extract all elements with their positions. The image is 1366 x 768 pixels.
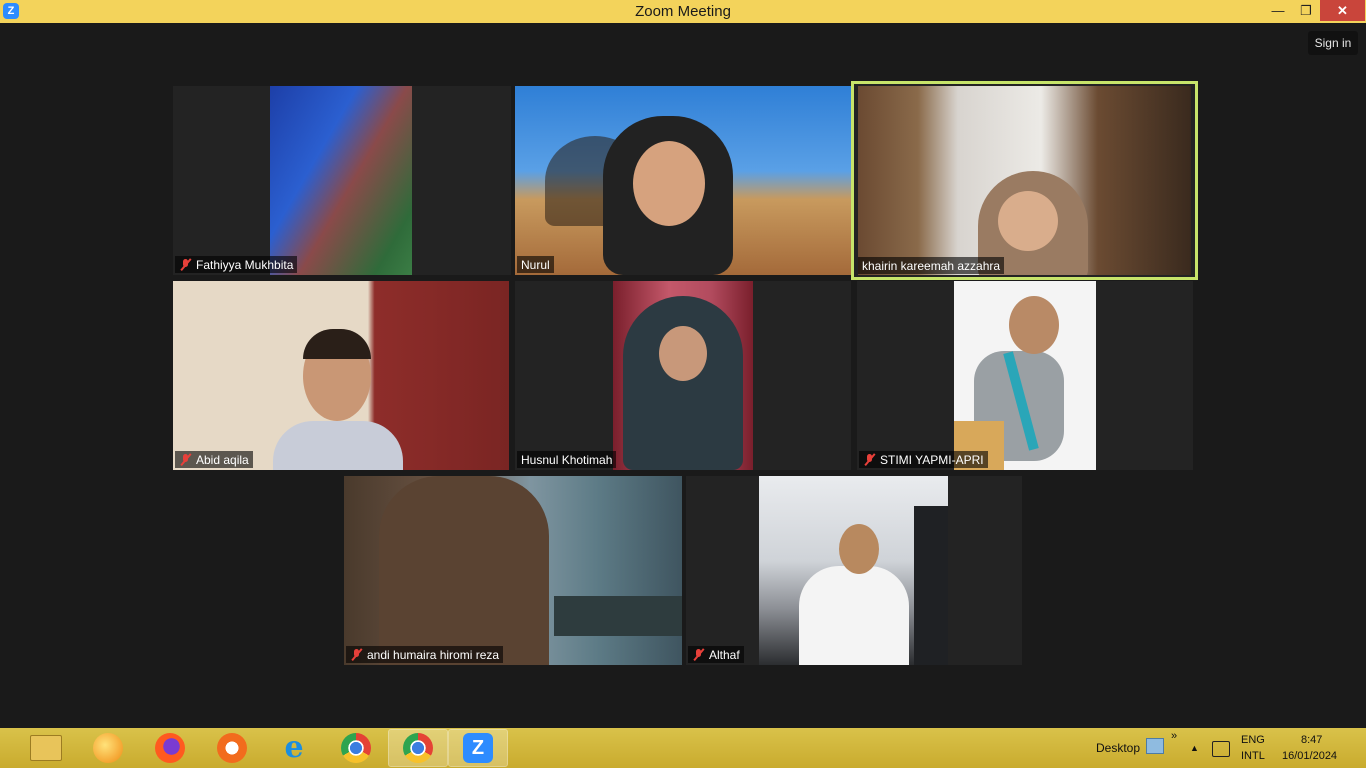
- mic-muted-icon: [863, 453, 876, 466]
- mic-muted-icon: [692, 648, 705, 661]
- participant-nameplate: Abid aqila: [175, 451, 253, 468]
- zoom-app-icon[interactable]: Z: [3, 3, 19, 19]
- video-tile-abid[interactable]: Abid aqila: [173, 281, 509, 470]
- participant-nameplate: Fathiyya Mukhbita: [175, 256, 298, 273]
- windows-taskbar: e Z Desktop » ▲ ENG INTL 8:47 16/01/2024: [0, 728, 1366, 768]
- participant-video: [344, 476, 682, 665]
- input-layout[interactable]: INTL: [1241, 750, 1265, 762]
- video-tile-althaf[interactable]: Althaf: [686, 476, 1022, 665]
- participant-video: [173, 281, 509, 470]
- orange-app-icon[interactable]: [79, 730, 137, 766]
- close-button[interactable]: ✕: [1320, 0, 1365, 21]
- firefox-icon[interactable]: [141, 730, 199, 766]
- participant-video: [613, 281, 753, 470]
- chrome-icon[interactable]: [327, 730, 385, 766]
- toolbar-chevron-icon[interactable]: »: [1171, 730, 1177, 742]
- chrome-user-icon[interactable]: [388, 729, 448, 767]
- internet-explorer-icon[interactable]: e: [265, 730, 323, 766]
- clock-date[interactable]: 16/01/2024: [1282, 750, 1337, 762]
- participant-name: Fathiyya Mukhbita: [196, 257, 294, 272]
- participant-nameplate: Althaf: [688, 646, 744, 663]
- participant-nameplate: Husnul Khotimah: [517, 451, 617, 468]
- participant-name: Husnul Khotimah: [521, 452, 613, 467]
- participant-nameplate: Nurul: [517, 256, 554, 273]
- participant-name: andi humaira hiromi reza: [367, 647, 500, 662]
- desktop-folder-icon[interactable]: [1146, 738, 1164, 754]
- participant-name: Nurul: [521, 257, 550, 272]
- network-icon[interactable]: [1212, 741, 1230, 757]
- video-tile-khairin[interactable]: khairin kareemah azzahra: [851, 81, 1198, 280]
- mic-muted-icon: [350, 648, 363, 661]
- show-hidden-icons-icon[interactable]: ▲: [1190, 743, 1199, 753]
- sign-in-button[interactable]: Sign in: [1308, 31, 1358, 55]
- window-title: Zoom Meeting: [635, 3, 731, 20]
- participant-name: Althaf: [709, 647, 740, 662]
- clock-time[interactable]: 8:47: [1301, 734, 1322, 746]
- video-tile-andi[interactable]: andi humaira hiromi reza: [344, 476, 682, 665]
- participant-name: Abid aqila: [196, 452, 249, 467]
- participant-nameplate: andi humaira hiromi reza: [346, 646, 504, 663]
- file-explorer-icon[interactable]: [17, 730, 75, 766]
- participant-name: khairin kareemah azzahra: [862, 258, 1001, 273]
- zoom-icon[interactable]: Z: [448, 729, 508, 767]
- input-language[interactable]: ENG: [1241, 734, 1265, 746]
- title-bar: Z Zoom Meeting — ❐ ✕: [0, 0, 1366, 23]
- desktop-toolbar-label[interactable]: Desktop: [1096, 741, 1140, 755]
- participant-nameplate: STIMI YAPMI-APRI: [859, 451, 988, 468]
- minimize-button[interactable]: —: [1264, 0, 1292, 21]
- participant-video: [759, 476, 948, 665]
- participant-video: [270, 86, 412, 275]
- mic-muted-icon: [179, 453, 192, 466]
- video-tile-fathiyya[interactable]: Fathiyya Mukhbita: [173, 86, 511, 275]
- maximize-button[interactable]: ❐: [1292, 0, 1320, 21]
- video-tile-nurul[interactable]: Nurul: [515, 86, 851, 275]
- participant-nameplate: khairin kareemah azzahra: [858, 257, 1005, 274]
- video-tile-stimi[interactable]: STIMI YAPMI-APRI: [857, 281, 1193, 470]
- participant-video: [858, 86, 1191, 275]
- participant-name: STIMI YAPMI-APRI: [880, 452, 984, 467]
- mic-muted-icon: [179, 258, 192, 271]
- participant-video: [954, 281, 1096, 470]
- participant-video: [515, 86, 851, 275]
- brave-icon[interactable]: [203, 730, 261, 766]
- video-tile-husnul[interactable]: Husnul Khotimah: [515, 281, 851, 470]
